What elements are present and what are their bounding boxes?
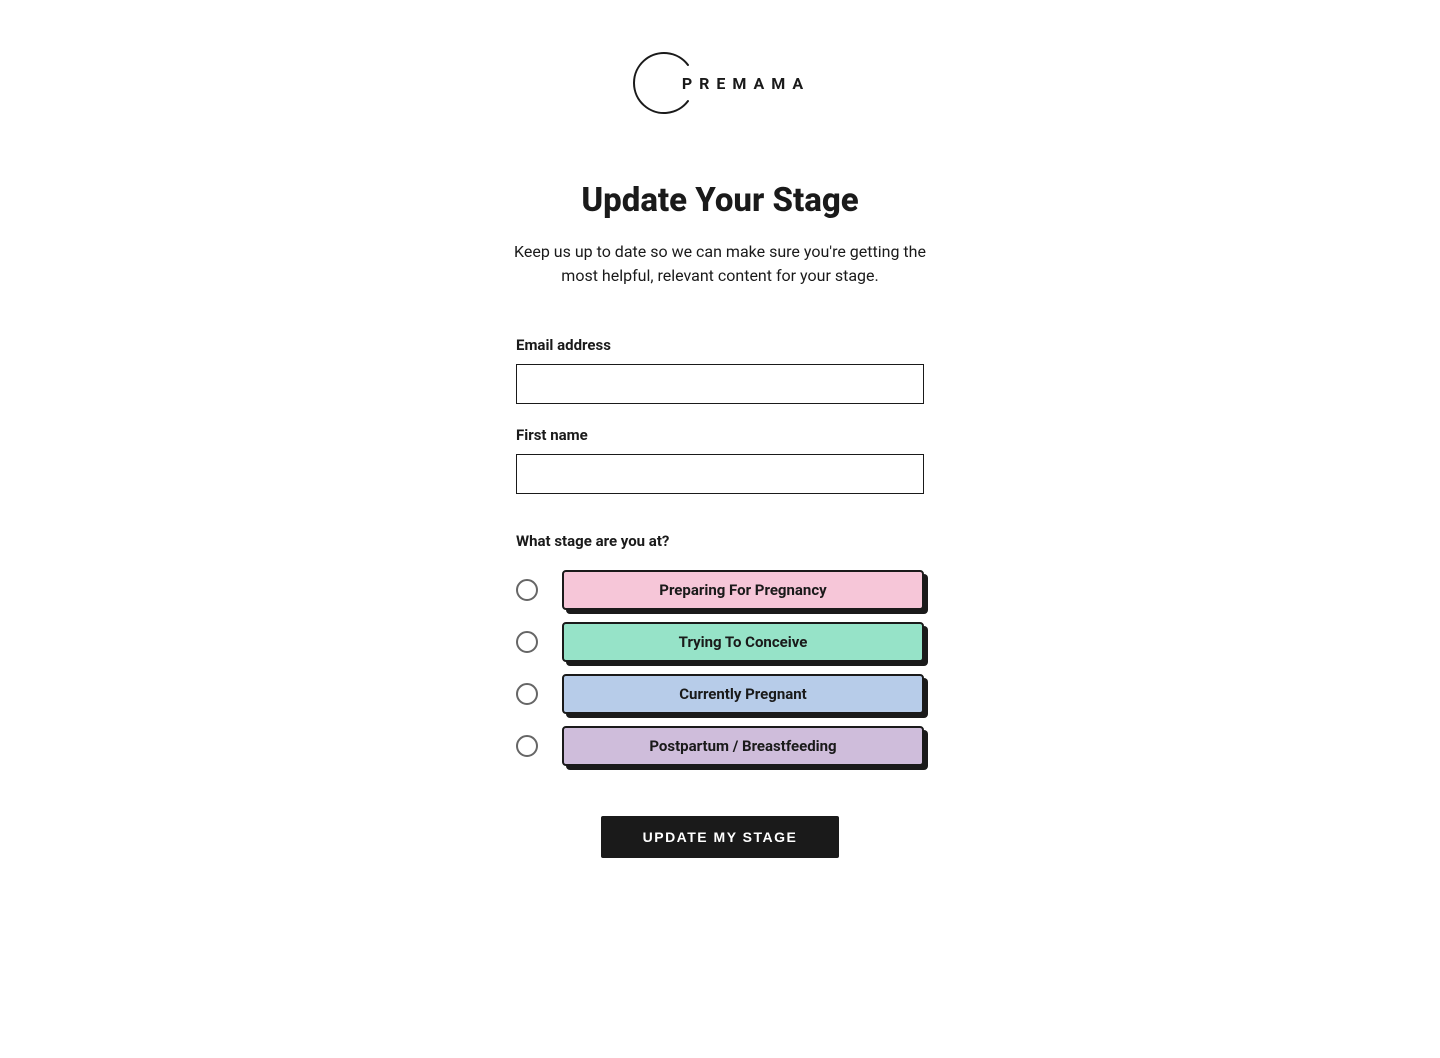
stage-pill-preparing[interactable]: Preparing For Pregnancy (562, 570, 924, 610)
email-label: Email address (516, 336, 924, 354)
stage-option-postpartum: Postpartum / Breastfeeding (516, 726, 924, 766)
radio-preparing[interactable] (516, 579, 538, 601)
stage-pill-pregnant[interactable]: Currently Pregnant (562, 674, 924, 714)
stage-field-group: What stage are you at? Preparing For Pre… (516, 532, 924, 766)
radio-trying[interactable] (516, 631, 538, 653)
stage-option-trying: Trying To Conceive (516, 622, 924, 662)
pill-label: Preparing For Pregnancy (562, 570, 924, 610)
email-field-group: Email address (516, 336, 924, 404)
email-input[interactable] (516, 364, 924, 404)
stage-pill-trying[interactable]: Trying To Conceive (562, 622, 924, 662)
first-name-label: First name (516, 426, 924, 444)
update-stage-form: Email address First name What stage are … (516, 336, 924, 858)
brand-logo: PREMAMA (630, 45, 810, 121)
pill-label: Currently Pregnant (562, 674, 924, 714)
pill-label: Trying To Conceive (562, 622, 924, 662)
logo-text: PREMAMA (682, 74, 810, 93)
radio-postpartum[interactable] (516, 735, 538, 757)
first-name-field-group: First name (516, 426, 924, 494)
stage-pill-postpartum[interactable]: Postpartum / Breastfeeding (562, 726, 924, 766)
stage-option-pregnant: Currently Pregnant (516, 674, 924, 714)
update-stage-button[interactable]: UPDATE MY STAGE (601, 816, 840, 858)
pill-label: Postpartum / Breastfeeding (562, 726, 924, 766)
page-subtitle: Keep us up to date so we can make sure y… (510, 240, 930, 288)
submit-wrapper: UPDATE MY STAGE (516, 816, 924, 858)
page-title: Update Your Stage (581, 181, 858, 220)
radio-pregnant[interactable] (516, 683, 538, 705)
first-name-input[interactable] (516, 454, 924, 494)
stage-option-preparing: Preparing For Pregnancy (516, 570, 924, 610)
stage-label: What stage are you at? (516, 532, 924, 550)
